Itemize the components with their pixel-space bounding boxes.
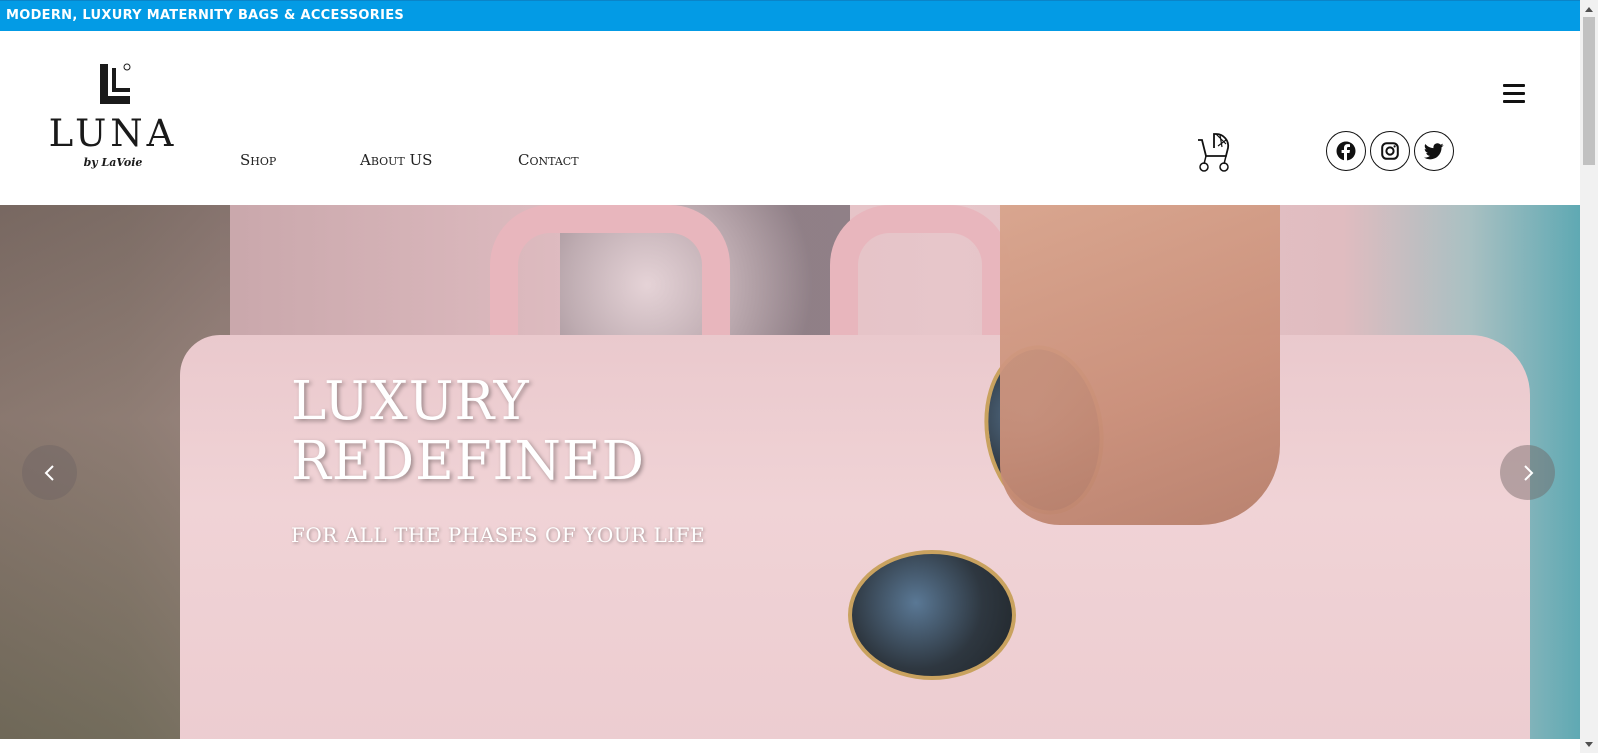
instagram-button[interactable]	[1370, 131, 1410, 171]
nav-about-us[interactable]: About US	[360, 151, 432, 169]
nav-contact[interactable]: Contact	[518, 151, 579, 169]
sunglasses-lens-bottom	[848, 550, 1016, 680]
vertical-scrollbar[interactable]	[1580, 0, 1598, 753]
twitter-button[interactable]	[1414, 131, 1454, 171]
scroll-down-icon[interactable]	[1580, 736, 1598, 753]
scroll-thumb[interactable]	[1583, 17, 1595, 165]
facebook-icon	[1336, 141, 1356, 161]
logo-mark-icon	[100, 63, 131, 104]
hero-hand	[1000, 205, 1280, 525]
scroll-up-icon[interactable]	[1580, 0, 1598, 17]
page-bottom	[0, 739, 1580, 753]
twitter-icon	[1424, 142, 1444, 159]
slider-prev-button[interactable]	[22, 445, 77, 500]
logo-wordmark: LUNA	[48, 112, 178, 155]
hero-headline-line1: LUXURY	[291, 371, 530, 432]
announcement-text: MODERN, LUXURY MATERNITY BAGS & ACCESSOR…	[6, 8, 405, 23]
hero-headline: LUXURY REDEFINED	[291, 372, 691, 492]
logo-tagline: by LaVoie	[83, 156, 143, 169]
chevron-left-icon	[44, 464, 54, 481]
instagram-icon	[1381, 142, 1399, 160]
hamburger-menu-icon[interactable]	[1503, 84, 1527, 106]
chevron-right-icon	[1523, 464, 1533, 481]
slider-next-button[interactable]	[1500, 445, 1555, 500]
hero-slider	[0, 205, 1580, 739]
stroller-icon[interactable]	[1192, 130, 1232, 174]
hero-subline: FOR ALL THE PHASES OF YOUR LIFE	[291, 523, 706, 547]
facebook-button[interactable]	[1326, 131, 1366, 171]
announcement-bar: MODERN, LUXURY MATERNITY BAGS & ACCESSOR…	[0, 0, 1580, 31]
site-header: LUNA by LaVoie Shop About US Contact	[0, 31, 1580, 205]
nav-shop[interactable]: Shop	[240, 151, 276, 169]
brand-logo[interactable]: LUNA by LaVoie	[44, 62, 184, 177]
hero-headline-line2: REDEFINED	[291, 431, 646, 492]
